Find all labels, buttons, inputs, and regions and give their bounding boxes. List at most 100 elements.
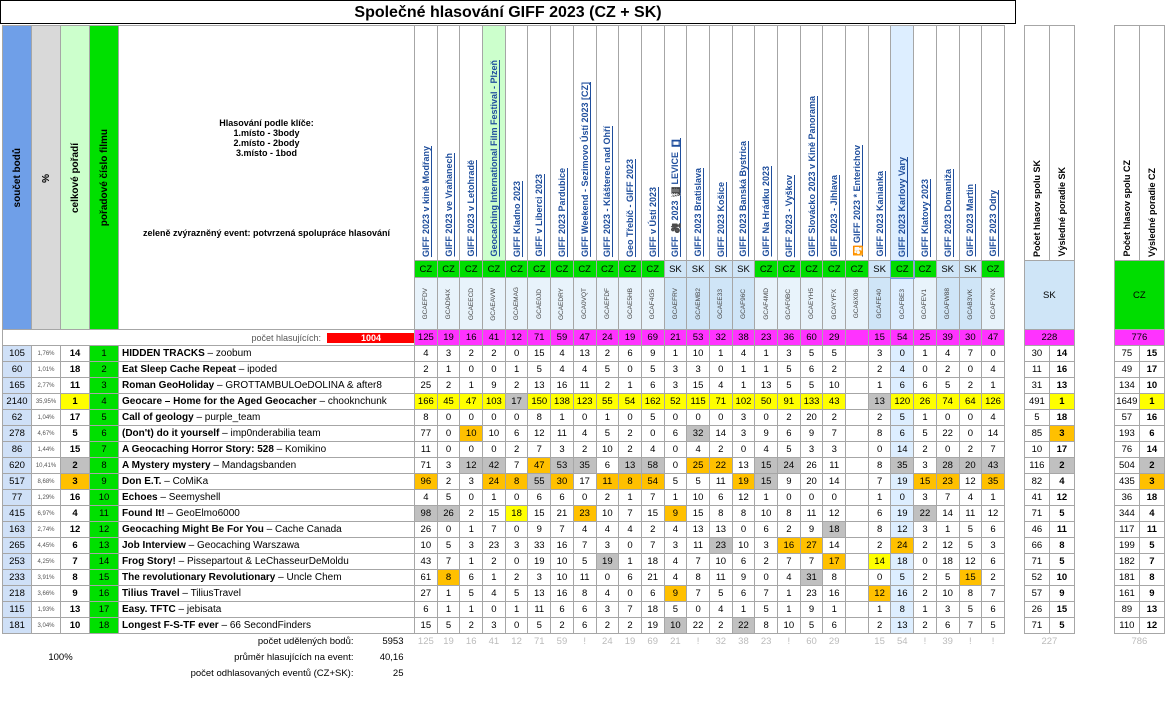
vote-cell: 0 xyxy=(504,521,529,538)
event-link[interactable]: GIFF 2023 Banská Bystrica xyxy=(738,137,748,257)
event-link[interactable]: GIFF Weekend - Sezimovo Ústí 2023 [CZ] xyxy=(580,78,590,257)
film-pct: 4,45% xyxy=(31,537,61,554)
gap xyxy=(1074,261,1114,278)
event-link[interactable]: GIFF 2023 Domaniža xyxy=(943,165,953,257)
vote-cell: 8 xyxy=(822,569,847,586)
vote-cell: 3 xyxy=(799,441,824,458)
film-author: purple_team xyxy=(204,412,261,423)
gap xyxy=(1004,602,1024,618)
event-link[interactable]: GIFF 2023 Bratislava xyxy=(693,164,703,257)
event-link[interactable]: GIFF v Liberci 2023 xyxy=(534,170,544,257)
event-link[interactable]: GIFF 2023 Martin xyxy=(965,180,975,257)
vote-cell: 5 xyxy=(981,617,1005,634)
gap xyxy=(1004,586,1024,602)
event-header-2: GIFF 2023 ve Vraňanech xyxy=(436,25,461,261)
vote-cell: 10 xyxy=(822,377,847,394)
film-sep: – xyxy=(210,460,222,471)
event-link[interactable]: GIFF 2023 - Jihlava xyxy=(829,171,839,257)
vote-cell: 5 xyxy=(504,585,529,602)
event-link[interactable]: GIFF 2023 - Klášterec nad Ohří xyxy=(602,122,612,257)
cz-rank: 2 xyxy=(1138,457,1165,474)
film-title: Job Interview xyxy=(122,540,186,551)
vote-cell: 5 xyxy=(777,441,801,458)
vote-cell xyxy=(845,345,869,362)
vote-cell xyxy=(845,473,869,490)
event-country: CZ xyxy=(913,260,937,278)
vote-cell: 3 xyxy=(595,601,620,618)
vote-cell: 28 xyxy=(935,457,960,474)
vote-cell: 0 xyxy=(708,361,733,378)
event-link[interactable]: GIFF Slovácko 2023 v Kině Panorama xyxy=(807,92,817,257)
event-code: GCAEECD xyxy=(467,287,475,321)
vote-cell: 6 xyxy=(618,569,642,586)
vote-cell: 13 xyxy=(527,585,552,602)
vote-cell: 6 xyxy=(550,489,574,506)
vote-cell: 6 xyxy=(572,617,597,634)
event-link[interactable]: GIFF 2023 Karlovy Vary xyxy=(897,153,907,257)
faded-voters: 21 xyxy=(670,636,681,648)
event-link[interactable]: GIFF Kladno 2023 xyxy=(512,177,522,257)
event-link[interactable]: 🎦 GIFF 2023 * Enterichov xyxy=(852,141,862,257)
event-voters: 125 xyxy=(414,329,438,346)
vote-cell: 166 xyxy=(414,393,438,410)
event-link[interactable]: Geocaching International Film Festival -… xyxy=(489,56,499,257)
vote-cell: 1 xyxy=(731,377,756,394)
film-title: Found It! xyxy=(122,508,165,519)
film-title-cell: Frog Story! – Pissepartout & LeChasseurD… xyxy=(118,553,415,570)
event-link[interactable]: GIFF 2023 v kině Modřany xyxy=(421,142,431,257)
vote-cell: 3 xyxy=(981,537,1005,554)
film-sum: 165 xyxy=(2,377,32,394)
event-link[interactable]: Geo Třebíč - GIFF 2023 xyxy=(625,155,635,257)
vote-cell: 7 xyxy=(686,585,710,602)
event-link[interactable]: GIFF 🎥 2023 🎬 LEVICE 🎞 xyxy=(670,134,680,257)
event-voters: 21 xyxy=(663,329,688,346)
film-rank: 13 xyxy=(60,601,90,618)
film-sum: 2140 xyxy=(2,393,32,410)
sk-rank: 9 xyxy=(1048,585,1075,602)
vote-cell: 9 xyxy=(663,585,688,602)
event-header-26: GIFF 2023 Odry xyxy=(981,25,1005,261)
event-link[interactable]: GIFF 2023 Odry xyxy=(988,186,998,257)
event-link[interactable]: GIFF Klatovy 2023 xyxy=(920,175,930,257)
event-link[interactable]: GIFF Na Hrádku 2023 xyxy=(761,162,771,257)
event-voters: 16 xyxy=(459,329,484,346)
event-link[interactable]: GIFF 2023 v Letohradě xyxy=(466,156,476,257)
event-country: CZ xyxy=(572,260,597,278)
event-link[interactable]: GIFF 2023 - Vyškov xyxy=(784,171,794,257)
event-country: CZ xyxy=(640,260,665,278)
vote-cell: 1 xyxy=(777,585,801,602)
vote-cell: 2 xyxy=(595,345,620,362)
event-link[interactable]: GIFF 2023 Kanianka xyxy=(875,167,885,257)
event-link[interactable]: GIFF v Ústí 2023 xyxy=(648,183,658,257)
event-header-18: GIFF Slovácko 2023 v Kině Panorama xyxy=(799,25,824,261)
film-rank: 4 xyxy=(60,505,90,522)
event-link[interactable]: GIFF 2023 Pardubice xyxy=(557,164,567,257)
vote-cell: 1 xyxy=(436,601,461,618)
vote-cell: 11 xyxy=(686,537,710,554)
event-country: SK xyxy=(663,260,688,278)
event-link[interactable]: GIFF 2023 ve Vraňanech xyxy=(444,149,454,257)
event-code-cell: GCAB3VK xyxy=(958,277,983,330)
film-author: Uncle Chem xyxy=(286,572,342,583)
event-country: CZ xyxy=(799,260,824,278)
vote-cell: 2 xyxy=(595,617,620,634)
vote-cell: 0 xyxy=(890,489,915,506)
film-rank: 14 xyxy=(60,345,90,362)
event-link[interactable]: GIFF 2023 Košice xyxy=(716,178,726,257)
sk-voters: 228 xyxy=(1023,329,1075,346)
film-pct: 3,66% xyxy=(31,585,61,602)
vote-cell: 42 xyxy=(482,457,506,474)
film-row: 77 1,29% 16 10 Echoes – Seemyshell 4 5 0 1 0 6 6 0 2 1… xyxy=(2,489,1165,506)
vote-cell: 5 xyxy=(913,425,937,442)
film-order: 7 xyxy=(89,441,119,458)
film-sum: 517 xyxy=(2,473,32,490)
film-order: 18 xyxy=(89,617,119,634)
film-author: Komikino xyxy=(285,444,327,455)
vote-cell: 9 xyxy=(663,505,688,522)
sk-rank: 11 xyxy=(1048,521,1075,538)
cz-votes: 199 xyxy=(1113,537,1140,554)
vote-cell: 0 xyxy=(913,361,937,378)
vote-cell: 3 xyxy=(913,457,937,474)
vote-cell: 0 xyxy=(459,489,484,506)
vote-cell: 12 xyxy=(867,585,892,602)
